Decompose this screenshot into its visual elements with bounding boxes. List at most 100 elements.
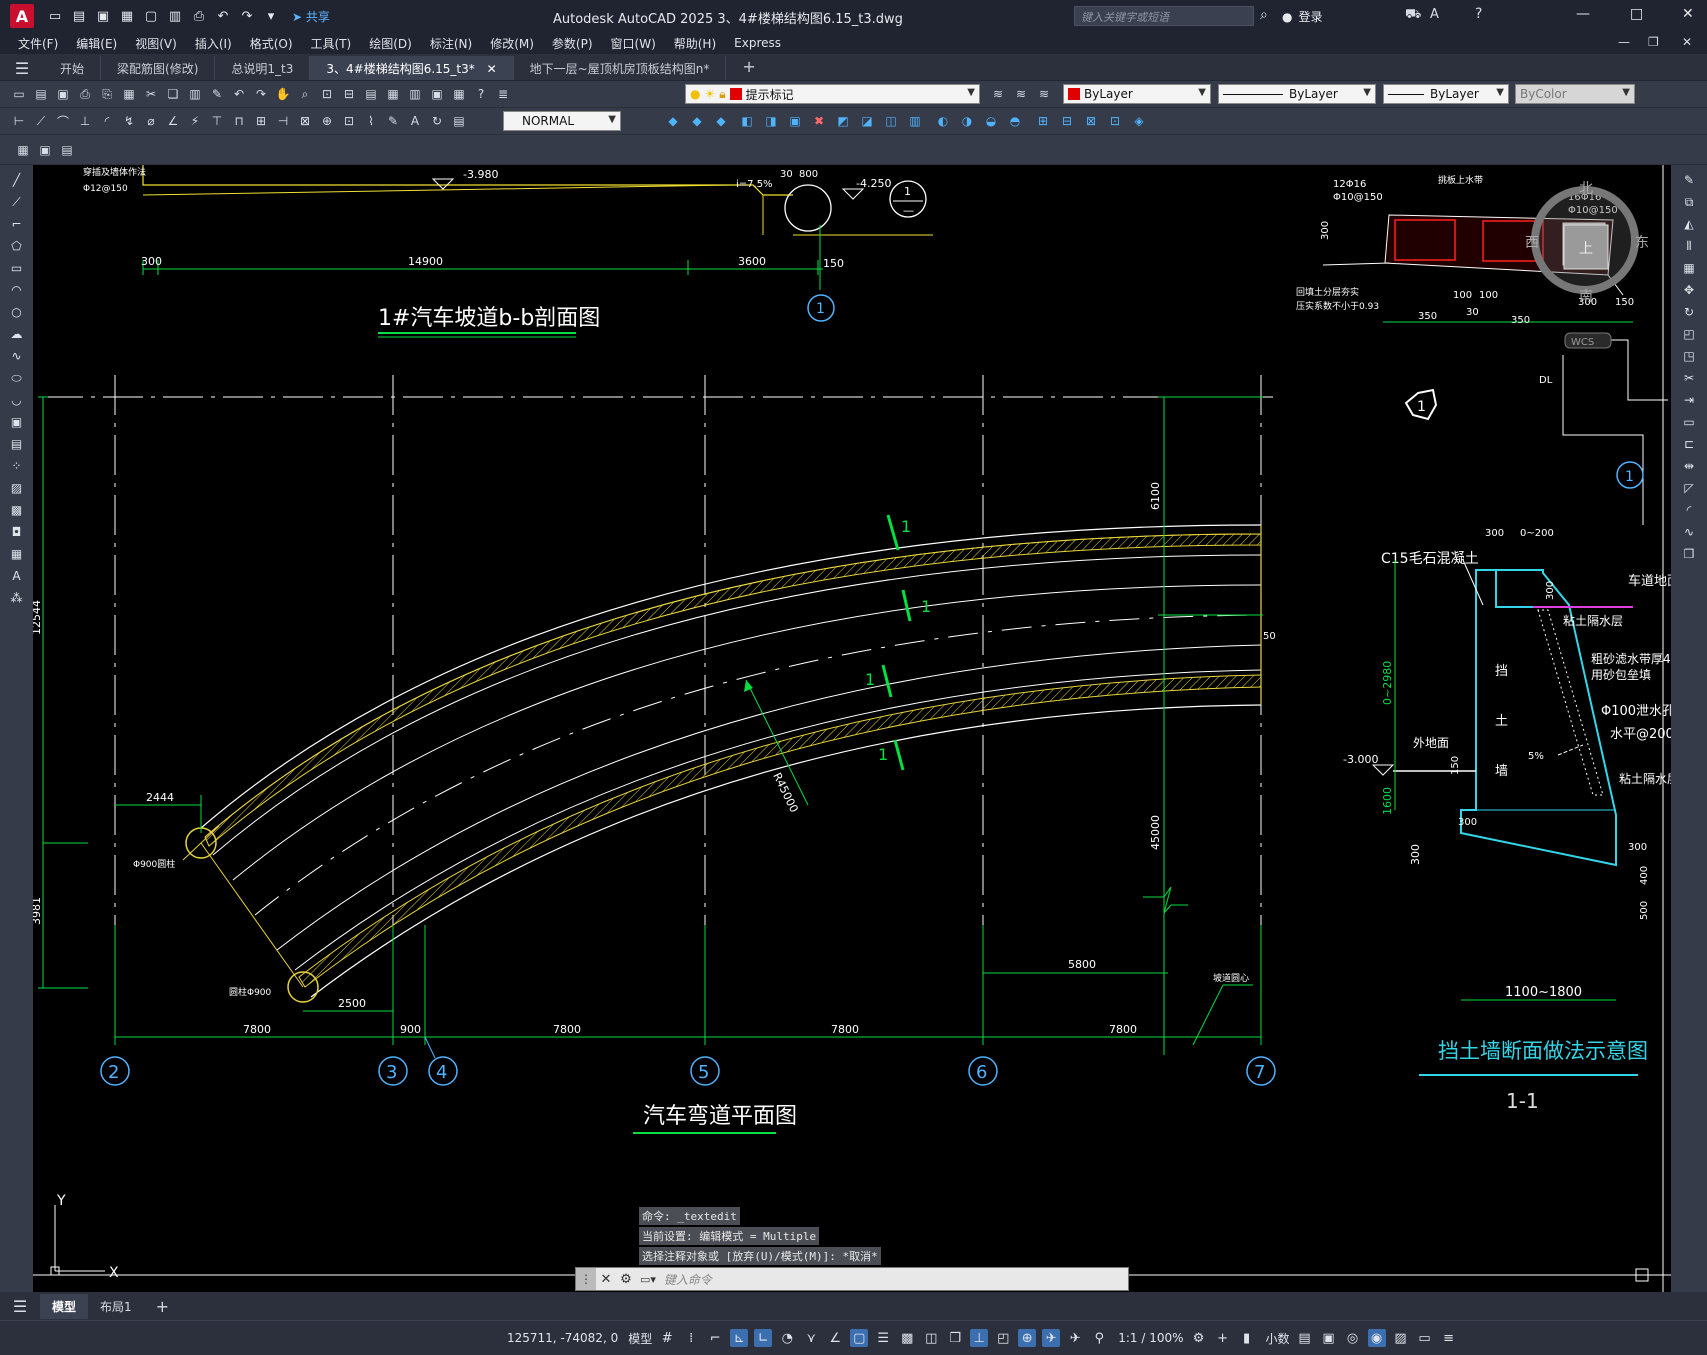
viewcube-west[interactable]: 西	[1525, 235, 1539, 251]
viewcube-top[interactable]: 上	[1579, 241, 1593, 257]
dim-update-icon[interactable]: ↻	[428, 112, 446, 130]
menu-insert[interactable]: 插入(I)	[195, 35, 232, 52]
break-icon[interactable]: ⊏	[1680, 435, 1698, 453]
layer-dropdown[interactable]: ● ☀ 🔒︎ 提示标记 ▼	[685, 84, 980, 104]
insert-block-icon[interactable]: ▣	[8, 413, 26, 431]
cmd-customize-icon[interactable]: ⚙	[616, 1272, 636, 1287]
color-dropdown[interactable]: ByLayer ▼	[1063, 84, 1211, 104]
customization-icon[interactable]: ≡	[1440, 1329, 1458, 1347]
center-mark-icon[interactable]: ⊕	[318, 112, 336, 130]
add-selected-icon[interactable]: ⁂	[8, 589, 26, 607]
print-preview-icon[interactable]: ⎘	[98, 85, 116, 103]
clean-screen-icon[interactable]: ▭	[1416, 1329, 1434, 1347]
menu-express[interactable]: Express	[734, 36, 781, 50]
menu-tools[interactable]: 工具(T)	[311, 35, 352, 52]
close-icon[interactable]: ✕	[1682, 6, 1694, 22]
object-snap-tracking-icon[interactable]: ∠	[826, 1329, 844, 1347]
rotate-icon[interactable]: ↻	[1680, 303, 1698, 321]
trim-icon[interactable]: ✂	[1680, 369, 1698, 387]
selection-filter-icon[interactable]: ◰	[994, 1329, 1012, 1347]
mtext-icon[interactable]: A	[8, 567, 26, 585]
units-icon[interactable]: ▮	[1238, 1329, 1256, 1347]
circle-icon[interactable]: ○	[8, 303, 26, 321]
tab-start[interactable]: 开始	[44, 56, 102, 80]
menu-edit[interactable]: 编辑(E)	[76, 35, 117, 52]
extend-icon[interactable]: ⇥	[1680, 391, 1698, 409]
menu-file[interactable]: 文件(F)	[18, 35, 58, 52]
snap-icon[interactable]: ⁞	[682, 1329, 700, 1347]
inspect-icon[interactable]: ⊡	[340, 112, 358, 130]
polyline-icon[interactable]: ⌐	[8, 215, 26, 233]
array-icon[interactable]: ▦	[1680, 259, 1698, 277]
autodesk-app-icon[interactable]: A	[1430, 7, 1439, 22]
spline-icon[interactable]: ∿	[8, 347, 26, 365]
isodraft-icon[interactable]: ⋎	[802, 1329, 820, 1347]
aligned-dim-icon[interactable]: ⟋	[32, 112, 50, 130]
tool-o-icon[interactable]: ◓	[1006, 112, 1024, 130]
tool-c-icon[interactable]: ◆	[712, 112, 730, 130]
doc-close-icon[interactable]: ✕	[1682, 35, 1692, 49]
tool-p-icon[interactable]: ⊞	[1034, 112, 1052, 130]
annotation-scale-icon[interactable]: ⚲	[1090, 1329, 1108, 1347]
dim-space-icon[interactable]: ⊞	[252, 112, 270, 130]
tool-j-icon[interactable]: ◫	[882, 112, 900, 130]
design-center-icon[interactable]: ▦	[384, 85, 402, 103]
tool-f-icon[interactable]: ▣	[786, 112, 804, 130]
gizmo-icon[interactable]: ⊕	[1018, 1329, 1037, 1347]
hamburger-menu-icon[interactable]: ☰	[0, 56, 44, 80]
tolerance-icon[interactable]: ⊠	[296, 112, 314, 130]
table-icon[interactable]: ▦	[8, 545, 26, 563]
lineweight-dropdown[interactable]: ByLayer ▼	[1383, 84, 1509, 104]
login-button[interactable]: ● 登录	[1282, 8, 1323, 25]
lock-ui-icon[interactable]: ▣	[1320, 1329, 1338, 1347]
gradient-icon[interactable]: ▩	[8, 501, 26, 519]
cmd-grip-icon[interactable]: ⋮	[576, 1268, 596, 1290]
auto-scale-icon[interactable]: ✈	[1066, 1329, 1084, 1347]
infer-constraints-icon[interactable]: ⌐	[706, 1329, 724, 1347]
tool-s-icon[interactable]: ⊡	[1106, 112, 1124, 130]
tool-i-icon[interactable]: ◪	[858, 112, 876, 130]
layer-state-icon[interactable]: ≋	[1035, 85, 1053, 103]
tool-e-icon[interactable]: ◨	[762, 112, 780, 130]
save-icon[interactable]: ▣	[54, 85, 72, 103]
web-open-icon[interactable]: ▢	[142, 7, 160, 25]
undo-icon[interactable]: ↶	[214, 7, 232, 25]
mirror-icon[interactable]: ◭	[1680, 215, 1698, 233]
new-file-icon[interactable]: ▭	[46, 7, 64, 25]
region-icon[interactable]: ◘	[8, 523, 26, 541]
help-icon[interactable]: ?	[472, 85, 490, 103]
construction-line-icon[interactable]: ⟋	[8, 193, 26, 211]
tool-k-icon[interactable]: ▥	[906, 112, 924, 130]
dynamic-input-icon[interactable]: ⊾	[730, 1329, 749, 1347]
viewcube-east[interactable]: 东	[1635, 235, 1649, 251]
qat-dropdown-icon[interactable]: ▾	[262, 7, 280, 25]
copy-icon[interactable]: ❏	[164, 85, 182, 103]
rectangle-icon[interactable]: ▭	[8, 259, 26, 277]
print-icon[interactable]: ⎙	[76, 85, 94, 103]
transparency-icon[interactable]: ▩	[898, 1329, 916, 1347]
tab-model[interactable]: 模型	[40, 1293, 89, 1319]
share-button[interactable]: ➤ 共享	[292, 8, 330, 25]
quick-dim-icon[interactable]: ⚡	[186, 112, 204, 130]
dynamic-ucs-icon[interactable]: ⊥	[970, 1329, 989, 1347]
tool-b-icon[interactable]: ◆	[688, 112, 706, 130]
workspace-gear-icon[interactable]: ⚙	[1190, 1329, 1208, 1347]
tab-general-notes[interactable]: 总说明1_t3	[215, 56, 311, 80]
tab-beam-rebar[interactable]: 梁配筋图(修改)	[101, 56, 216, 80]
tab-close-icon[interactable]: ✕	[487, 62, 497, 76]
make-current-layer-icon[interactable]: ≋	[989, 85, 1007, 103]
linear-dim-icon[interactable]: ⊢	[10, 112, 28, 130]
tool-m-icon[interactable]: ◑	[958, 112, 976, 130]
dim-style-icon[interactable]: ▤	[450, 112, 468, 130]
minimize-icon[interactable]: —	[1576, 6, 1590, 22]
layer-previous-icon[interactable]: ≋	[1012, 85, 1030, 103]
zoom-window-icon[interactable]: ⊡	[318, 85, 336, 103]
menu-modify[interactable]: 修改(M)	[490, 35, 534, 52]
viewcube-south[interactable]: 南	[1579, 289, 1593, 305]
menu-format[interactable]: 格式(O)	[250, 35, 293, 52]
properties-icon[interactable]: ▤	[362, 85, 380, 103]
wcs-button[interactable]: WCS	[1571, 337, 1594, 348]
ortho-icon[interactable]: ∟	[754, 1329, 773, 1347]
menu-draw[interactable]: 绘图(D)	[369, 35, 412, 52]
graphics-perf-icon[interactable]: ▨	[1392, 1329, 1410, 1347]
